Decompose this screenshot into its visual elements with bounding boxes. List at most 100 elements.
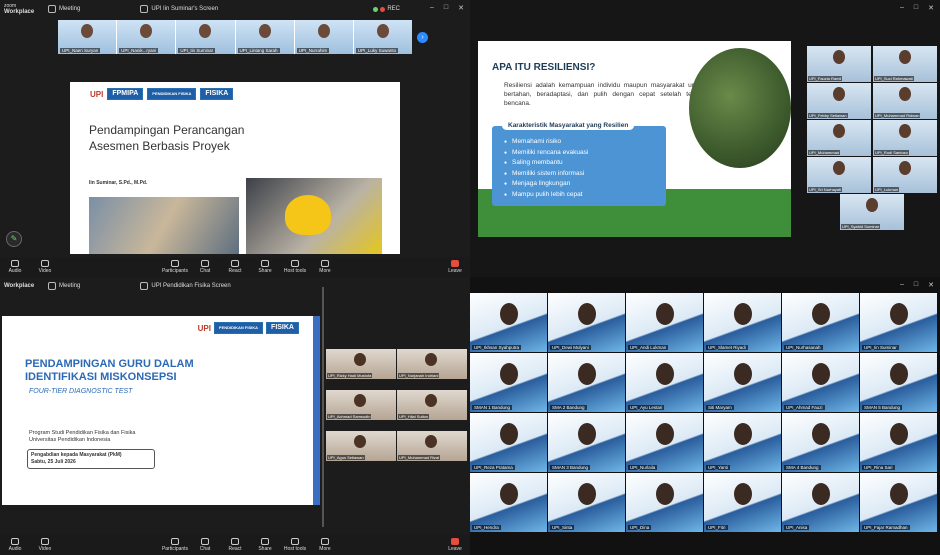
participant-tile[interactable]: UPI_Ikhsan Syahputra [470, 293, 547, 352]
participant-name: UPI_Sinta [550, 525, 575, 530]
participant-tile[interactable]: UPI_Dewi Mulyani [548, 293, 625, 352]
event-box: Pengabdian kepada Masyarakat (PkM) Sabtu,… [27, 449, 155, 469]
slide-author: Iin Suminar, S.Pd., M.Pd. [89, 180, 148, 186]
share-button[interactable]: Share [250, 538, 280, 552]
minimize-icon[interactable]: – [900, 4, 904, 12]
avatar [899, 87, 911, 101]
participant-tile[interactable]: UPI_Lukman [873, 157, 937, 193]
participant-tile[interactable]: UPI_Lintang Sarah [235, 20, 294, 54]
host-tools-button[interactable]: Host tools [280, 538, 310, 552]
next-page-icon[interactable]: › [417, 32, 428, 43]
participant-tile[interactable]: UPI_Ahmad Fauzi [782, 353, 859, 412]
avatar [890, 363, 908, 385]
participant-tile[interactable]: UPI_Iin Suminar [176, 20, 235, 54]
more-button[interactable]: More [310, 538, 340, 552]
screen-share-tab[interactable]: UPI Pendidikan Fisika Screen [140, 282, 231, 290]
avatar [890, 303, 908, 325]
participant-tile[interactable]: SMA 2 Bandung [548, 353, 625, 412]
participants-button[interactable]: Participants [160, 538, 190, 552]
participant-tile[interactable]: UPI_Rizky Hadi Mustofa [326, 349, 396, 379]
participant-tile[interactable]: UPI_Luky Suwanto [353, 20, 413, 54]
participant-tile[interactable]: Siti Maryam [704, 353, 781, 412]
avatar [354, 435, 366, 448]
audio-button[interactable]: Audio [0, 538, 30, 552]
participant-tile[interactable]: SMAN 3 Bandung [548, 413, 625, 472]
window-controls[interactable]: – □ ✕ [430, 4, 464, 12]
participant-name: UPI_Ikhsan Syahputra [472, 345, 522, 350]
window-controls[interactable]: – □ ✕ [900, 281, 934, 289]
more-button[interactable]: More [310, 260, 340, 274]
share-icon [261, 538, 269, 545]
maximize-icon[interactable]: □ [444, 4, 448, 12]
participant-tile[interactable]: UPI_Febby Setiawan [807, 83, 871, 119]
participant-tile[interactable]: UPI_Yanti [704, 413, 781, 472]
minimize-icon[interactable]: – [430, 4, 434, 12]
title-bar: Workplace Meeting UPI Pendidikan Fisika … [0, 277, 470, 295]
participant-tile[interactable]: UPI_Naen Suryan [58, 20, 117, 54]
meeting-tab[interactable]: Meeting [48, 5, 80, 13]
participant-tile[interactable]: UPI_Dina [626, 473, 703, 532]
chat-button[interactable]: Chat [190, 260, 220, 274]
host-tools-button[interactable]: Host tools [280, 260, 310, 274]
react-button[interactable]: React [220, 260, 250, 274]
participant-tile[interactable]: UPI_Nurjanah Indriani [397, 349, 467, 379]
leave-icon [451, 260, 459, 267]
screen-share-tab[interactable]: UPI Iin Suminar's Screen [140, 5, 218, 13]
participant-tile[interactable]: UPI_Ayu Lestari [626, 353, 703, 412]
participant-tile[interactable]: UPI_Muhammad Rizal [397, 431, 467, 461]
participant-tile[interactable]: UPI_Sinta [548, 473, 625, 532]
share-button[interactable]: Share [250, 260, 280, 274]
chat-button[interactable]: Chat [190, 538, 220, 552]
participant-tile[interactable]: UPI_Slamet Riyadi [704, 293, 781, 352]
participant-tile[interactable]: SMA 4 Bandung [782, 413, 859, 472]
participant-tile[interactable]: UPI_Suci Rahmawati [873, 46, 937, 82]
participant-tile[interactable]: UPI_Anisa [782, 473, 859, 532]
slide-logos: UPI PENDIDIKAN FISIKA FISIKA [198, 322, 299, 334]
participant-tile[interactable]: UPI_Reza Pratama [470, 413, 547, 472]
participant-tile[interactable]: UPI_Rina Sari [860, 413, 937, 472]
participant-tile[interactable]: UPI_Fauzia Ramli [807, 46, 871, 82]
participant-tile[interactable]: UPI_Fitri [704, 473, 781, 532]
window-controls[interactable]: – □ ✕ [900, 4, 934, 12]
split-divider[interactable] [322, 287, 324, 527]
participant-tile[interactable]: UPI_Achmad Samsudin [326, 390, 396, 420]
participant-tile[interactable]: UPI_Muhammad [807, 120, 871, 156]
participant-tile[interactable]: UPI_Agus Setiawan [326, 431, 396, 461]
participants-button[interactable]: Participants [160, 260, 190, 274]
avatar [833, 124, 845, 138]
participant-tile[interactable]: UPI_Andi Lukman [626, 293, 703, 352]
participant-tile[interactable]: UPI_Hilal Sulton [397, 390, 467, 420]
avatar [812, 423, 830, 445]
participant-tile[interactable]: UPI_Rudi Santoso [873, 120, 937, 156]
video-button[interactable]: Video [30, 538, 60, 552]
close-icon[interactable]: ✕ [928, 4, 934, 12]
participant-tile[interactable]: UPI_Iin Suminar [860, 293, 937, 352]
video-button[interactable]: Video [30, 260, 60, 274]
participant-tile[interactable]: UPI_Fajar Ramadhan [860, 473, 937, 532]
annotate-pen-icon[interactable]: ✎ [6, 231, 22, 247]
meeting-tab[interactable]: Meeting [48, 282, 80, 290]
close-icon[interactable]: ✕ [458, 4, 464, 12]
maximize-icon[interactable]: □ [914, 281, 918, 289]
participant-tile[interactable]: UPI_Nanik...ryani [117, 20, 176, 54]
participant-tile[interactable]: UPI_Syahid Suminar [840, 194, 904, 230]
participant-tile[interactable]: UPI_Nurrahim [294, 20, 353, 54]
participant-tile[interactable]: UPI_Hendra [470, 473, 547, 532]
avatar [354, 353, 366, 366]
maximize-icon[interactable]: □ [914, 4, 918, 12]
close-icon[interactable]: ✕ [928, 281, 934, 289]
more-icon [321, 260, 329, 267]
participant-tile[interactable]: UPI_Nurhasanah [782, 293, 859, 352]
leave-button[interactable]: Leave [440, 260, 470, 274]
minimize-icon[interactable]: – [900, 281, 904, 289]
participant-tile[interactable]: UPI_Nurlaila [626, 413, 703, 472]
avatar [656, 363, 674, 385]
participant-tile[interactable]: UPI_Sri Nurhayati [807, 157, 871, 193]
participant-tile[interactable]: SMAN 5 Bandung [860, 353, 937, 412]
app-logo: zoom Workplace [4, 3, 35, 15]
participant-tile[interactable]: SMAN 1 Bandung [470, 353, 547, 412]
leave-button[interactable]: Leave [440, 538, 470, 552]
audio-button[interactable]: Audio [0, 260, 30, 274]
participant-tile[interactable]: UPI_Muhammad Ridwan [873, 83, 937, 119]
react-button[interactable]: React [220, 538, 250, 552]
